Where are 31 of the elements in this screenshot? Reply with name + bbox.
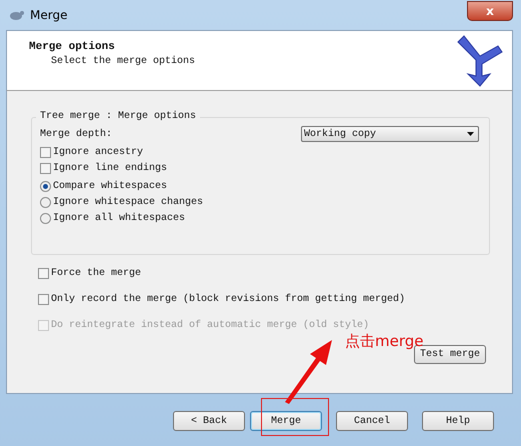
depth-label: Merge depth:: [40, 128, 112, 140]
option-label: Compare whitespaces: [53, 181, 168, 192]
radio-button[interactable]: [40, 197, 51, 208]
checkbox[interactable]: [40, 163, 51, 174]
wizard-button[interactable]: Help: [422, 411, 494, 431]
wizard-button[interactable]: Cancel: [336, 411, 408, 431]
option-label: Do reintegrate instead of automatic merge (old style): [51, 320, 370, 331]
merge-arrows-icon: [456, 34, 504, 88]
option-label: Ignore whitespace changes: [53, 197, 204, 208]
radio-button[interactable]: [40, 181, 51, 192]
dropdown-arrow-icon: [467, 132, 474, 136]
option-label: Only record the merge (block revisions from getting merged): [51, 294, 406, 305]
highlight-frame: [261, 398, 329, 436]
option-label: Ignore line endings: [53, 163, 168, 174]
annotation-arrow: [282, 338, 334, 404]
page-title: Merge options: [29, 41, 116, 53]
option-label: Ignore ancestry: [53, 147, 144, 158]
checkbox[interactable]: [38, 294, 49, 305]
wizard-button[interactable]: < Back: [173, 411, 245, 431]
radio-button[interactable]: [40, 213, 51, 224]
option-label: Ignore all whitespaces: [53, 213, 186, 224]
option-label: Force the merge: [51, 268, 142, 279]
checkbox[interactable]: [38, 268, 49, 279]
test-merge-button[interactable]: Test merge: [414, 345, 486, 364]
depth-dropdown[interactable]: Working copy: [301, 126, 479, 142]
group-title: Tree merge : Merge options: [36, 111, 200, 122]
tortoise-icon: [8, 8, 24, 22]
page-subtitle: Select the merge options: [50, 56, 196, 67]
wizard-button[interactable]: Merge: [250, 411, 322, 431]
window-title: Merge: [30, 8, 68, 22]
checkbox[interactable]: [40, 147, 51, 158]
